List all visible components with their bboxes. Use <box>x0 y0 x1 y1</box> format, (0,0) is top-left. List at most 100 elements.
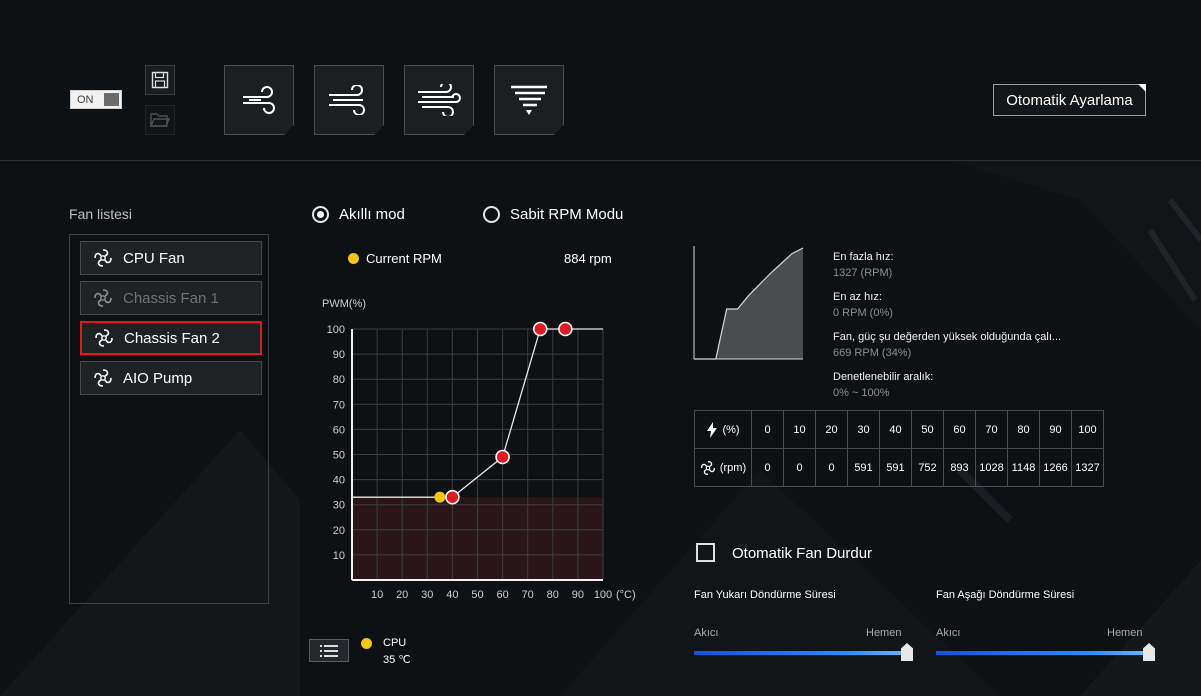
x-tick-label: 60 <box>496 589 508 601</box>
rpm-cell: 1028 <box>975 448 1008 487</box>
x-tick-label: 90 <box>572 589 584 601</box>
curve-control-point[interactable] <box>558 321 573 337</box>
fan-item-aio-pump[interactable]: AIO Pump <box>80 361 262 395</box>
fan-standard-icon <box>329 85 365 115</box>
fixed-rpm-mode-label: Sabit RPM Modu <box>510 206 624 223</box>
mode-turbo-button[interactable] <box>404 65 474 135</box>
x-tick-label: 30 <box>421 589 433 601</box>
pwm-row: (%) 0 10 20 30 40 50 60 70 80 90 100 <box>694 410 1104 449</box>
max-speed-label: En fazla hız: <box>833 251 894 263</box>
rpm-cell: 591 <box>879 448 912 487</box>
rpm-cell: 0 <box>783 448 816 487</box>
pwm-cell: 100 <box>1071 410 1104 449</box>
rpm-header-cell: (rpm) <box>694 448 752 487</box>
fan-full-speed-icon <box>511 85 547 115</box>
mini-curve-area <box>694 248 803 359</box>
rpm-cell: 893 <box>943 448 976 487</box>
fan-item-label: Chassis Fan 1 <box>123 289 219 307</box>
mode-standard-button[interactable] <box>314 65 384 135</box>
rpm-cell: 591 <box>847 448 880 487</box>
rpm-table: (%) 0 10 20 30 40 50 60 70 80 90 100 (rpm) 0 0 0 591 5… <box>694 410 1104 487</box>
rpm-cell: 0 <box>751 448 784 487</box>
pwm-cell: 80 <box>1007 410 1040 449</box>
slider-track <box>694 651 911 655</box>
spin-down-right-label: Hemen <box>1107 627 1143 639</box>
min-speed-label: En az hız: <box>833 291 882 303</box>
curve-control-point[interactable] <box>532 321 548 337</box>
toggle-knob <box>104 93 119 106</box>
control-range-value: 0% ~ 100% <box>833 387 890 399</box>
radio-indicator <box>312 206 329 223</box>
rpm-cell: 1148 <box>1007 448 1040 487</box>
min-speed-value: 0 RPM (0%) <box>833 307 893 319</box>
pwm-header: (%) <box>722 423 740 436</box>
x-tick-label: 70 <box>522 589 534 601</box>
pwm-cell: 0 <box>751 410 784 449</box>
pwm-cell: 90 <box>1039 410 1072 449</box>
open-profile-button[interactable] <box>145 105 175 135</box>
pwm-cell: 40 <box>879 410 912 449</box>
slider-track <box>936 651 1153 655</box>
y-tick-label: 70 <box>333 399 345 411</box>
current-temp-point <box>434 491 446 503</box>
list-icon <box>320 644 338 657</box>
save-button[interactable] <box>145 65 175 95</box>
fan-item-cpu-fan[interactable]: CPU Fan <box>80 241 262 275</box>
mode-silent-button[interactable] <box>224 65 294 135</box>
mode-full-speed-button[interactable] <box>494 65 564 135</box>
save-icon <box>151 71 169 89</box>
auto-tuning-button[interactable]: Otomatik Ayarlama <box>993 84 1146 116</box>
lightning-icon <box>707 421 718 438</box>
pwm-cell: 30 <box>847 410 880 449</box>
pwm-cell: 50 <box>911 410 944 449</box>
max-speed-value: 1327 (RPM) <box>833 267 893 279</box>
y-tick-label: 50 <box>333 450 345 462</box>
fan-item-label: AIO Pump <box>123 369 193 387</box>
fan-silent-icon <box>243 86 275 114</box>
spin-down-slider[interactable] <box>936 643 1155 661</box>
current-rpm-dot <box>348 253 359 264</box>
rpm-cell: 752 <box>911 448 944 487</box>
fan-control-toggle[interactable]: ON <box>70 90 122 109</box>
sensor-name: CPU <box>383 637 407 649</box>
fan-icon <box>93 248 113 268</box>
y-tick-label: 90 <box>333 349 345 361</box>
fan-curve-chart[interactable]: 10 20 30 40 50 60 70 80 90 100 10 20 30 40 50 60 70 80 90 1… <box>300 290 645 610</box>
spin-up-slider[interactable] <box>694 643 913 661</box>
x-axis-label: (°C) <box>616 589 636 601</box>
auto-tuning-label: Otomatik Ayarlama <box>1006 91 1133 109</box>
auto-fan-stop-checkbox[interactable] <box>696 543 715 562</box>
fixed-rpm-mode-radio[interactable]: Sabit RPM Modu <box>483 206 623 223</box>
slider-thumb[interactable] <box>901 643 913 661</box>
fan-icon <box>93 368 113 388</box>
x-tick-label: 80 <box>547 589 559 601</box>
rpm-cell: 0 <box>815 448 848 487</box>
auto-fan-stop-label: Otomatik Fan Durdur <box>732 545 873 562</box>
start-threshold-value: 669 RPM (34%) <box>833 347 912 359</box>
sensor-dot <box>361 638 372 649</box>
x-tick-label: 10 <box>371 589 383 601</box>
y-axis-label: PWM(%) <box>322 298 366 310</box>
rpm-cell: 1266 <box>1039 448 1072 487</box>
fan-icon <box>700 460 715 475</box>
pwm-cell: 10 <box>783 410 816 449</box>
x-tick-label: 20 <box>396 589 408 601</box>
rpm-header: (rpm) <box>719 461 747 474</box>
fan-item-label: Chassis Fan 2 <box>124 329 220 347</box>
slider-thumb[interactable] <box>1143 643 1155 661</box>
smart-mode-radio[interactable]: Akıllı mod <box>312 206 405 223</box>
curve-control-point[interactable] <box>495 449 510 465</box>
fan-item-chassis-fan-1[interactable]: Chassis Fan 1 <box>80 281 262 315</box>
y-tick-label: 60 <box>333 424 345 436</box>
sensor-list-button[interactable] <box>309 639 349 662</box>
fan-icon <box>94 328 114 348</box>
spin-down-left-label: Akıcı <box>936 627 961 639</box>
rpm-row: (rpm) 0 0 0 591 591 752 893 1028 1148 1266 1327 <box>694 448 1104 487</box>
x-tick-label: 40 <box>446 589 458 601</box>
spin-up-right-label: Hemen <box>866 627 902 639</box>
current-rpm-value: 884 rpm <box>564 251 612 266</box>
curve-control-point[interactable] <box>445 489 460 505</box>
smart-mode-label: Akıllı mod <box>339 206 405 223</box>
fan-item-chassis-fan-2[interactable]: Chassis Fan 2 <box>80 321 262 355</box>
sensor-value: 35 ℃ <box>383 654 411 666</box>
